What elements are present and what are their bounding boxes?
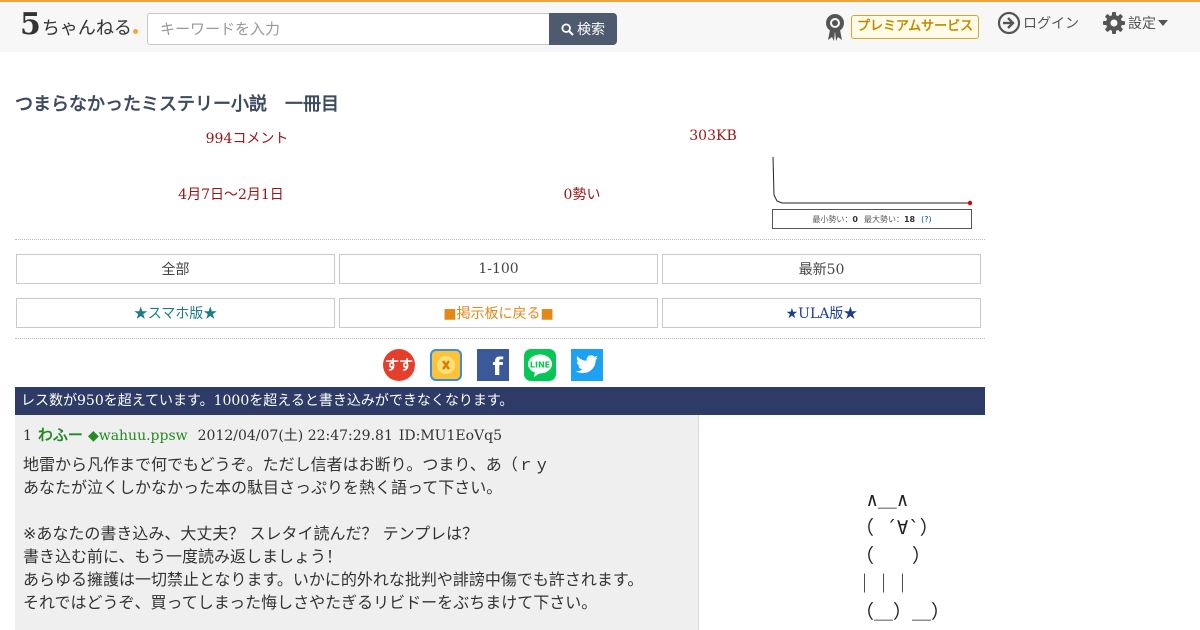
post-limit-notice: レス数が950を超えています。1000を超えると書き込みができなくなります。 [15, 387, 985, 415]
search-icon [561, 22, 574, 36]
ascii-art: ∧＿∧ （ ´∀`） （ ） ｜｜｜ （＿）＿） [855, 489, 951, 623]
thread-title: つまらなかったミステリー小説 一冊目 [15, 94, 339, 115]
post-body: 地雷から凡作まで何でもどうぞ。ただし信者はお断り。つまり、あ（ｒｙ あなたが泣く… [23, 455, 644, 612]
momentum-graph: 最小勢い：0 最大勢い：18 (?) [772, 155, 973, 229]
facebook-icon[interactable]: f [477, 349, 509, 381]
settings-label: 設定 [1128, 16, 1156, 32]
view-latest-button[interactable]: 最新50 [662, 254, 981, 284]
line-icon[interactable]: LINE [524, 349, 556, 381]
min-momentum: 最小勢い：0 [812, 214, 858, 224]
view-all-button[interactable]: 全部 [16, 254, 335, 284]
sssp-label: すす [385, 358, 413, 374]
top-navbar: 5 ちゃんねる 検索 プレミアムサービス ログイン [0, 0, 1200, 52]
logo-five: 5 [20, 7, 41, 42]
premium-badge: プレミアムサービス [851, 15, 980, 39]
twitter-bird [576, 355, 598, 374]
search-button-label: 検索 [577, 22, 605, 38]
hatena-mark [437, 356, 455, 374]
gear-icon [1103, 12, 1125, 34]
divider [15, 239, 985, 240]
twitter-icon[interactable] [571, 349, 603, 381]
ula-version-button[interactable]: ★ULA版★ [662, 298, 981, 328]
logo-dot [132, 29, 138, 34]
ribbon-medal-icon [826, 14, 844, 41]
svg-text:LINE: LINE [530, 361, 550, 370]
thread-size: 303KB [689, 128, 737, 144]
login-label: ログイン [1023, 16, 1079, 32]
momentum-sparkline [772, 155, 973, 207]
view-range-button[interactable]: 1-100 [339, 254, 658, 284]
momentum-legend: 最小勢い：0 最大勢い：18 (?) [772, 209, 972, 229]
login-arrow-icon [997, 11, 1021, 35]
settings-menu[interactable]: 設定 [1102, 11, 1168, 35]
post-header: 1 わふー ◆wahuu.ppsw 2012/04/07(土) 22:47:29… [23, 424, 502, 445]
logo-text: ちゃんねる [41, 18, 132, 39]
sssp-icon[interactable]: すす [383, 349, 415, 381]
post-number[interactable]: 1 [23, 428, 32, 444]
caret-down-icon [1158, 20, 1168, 26]
poster-id[interactable]: ID:MU1EoVq5 [399, 428, 502, 444]
site-logo[interactable]: 5 ちゃんねる [20, 10, 138, 44]
post-item: 1 わふー ◆wahuu.ppsw 2012/04/07(土) 22:47:29… [15, 415, 699, 630]
thread-period: 4月7日〜2月1日 [178, 187, 284, 203]
premium-link[interactable]: プレミアムサービス [823, 12, 980, 42]
search-input[interactable] [147, 13, 549, 45]
post-date: 2012/04/07(土) 22:47:29.81 [197, 428, 393, 444]
back-to-board-button[interactable]: ■掲示板に戻る■ [339, 298, 658, 328]
help-link[interactable]: (?) [921, 215, 932, 224]
max-momentum: 最大勢い：18 [863, 214, 916, 224]
search-bar: 検索 [147, 13, 617, 45]
smartphone-version-button[interactable]: ★スマホ版★ [16, 298, 335, 328]
poster-name: わふー [37, 426, 83, 444]
search-button[interactable]: 検索 [549, 13, 617, 45]
login-link[interactable]: ログイン [997, 11, 1079, 35]
poster-trip: ◆wahuu.ppsw [87, 428, 188, 444]
divider [15, 338, 985, 339]
line-bubble: LINE [528, 354, 552, 377]
comment-count: 994コメント [205, 131, 289, 147]
momentum-value: 0勢い [563, 187, 601, 203]
hatena-icon[interactable] [430, 349, 462, 381]
